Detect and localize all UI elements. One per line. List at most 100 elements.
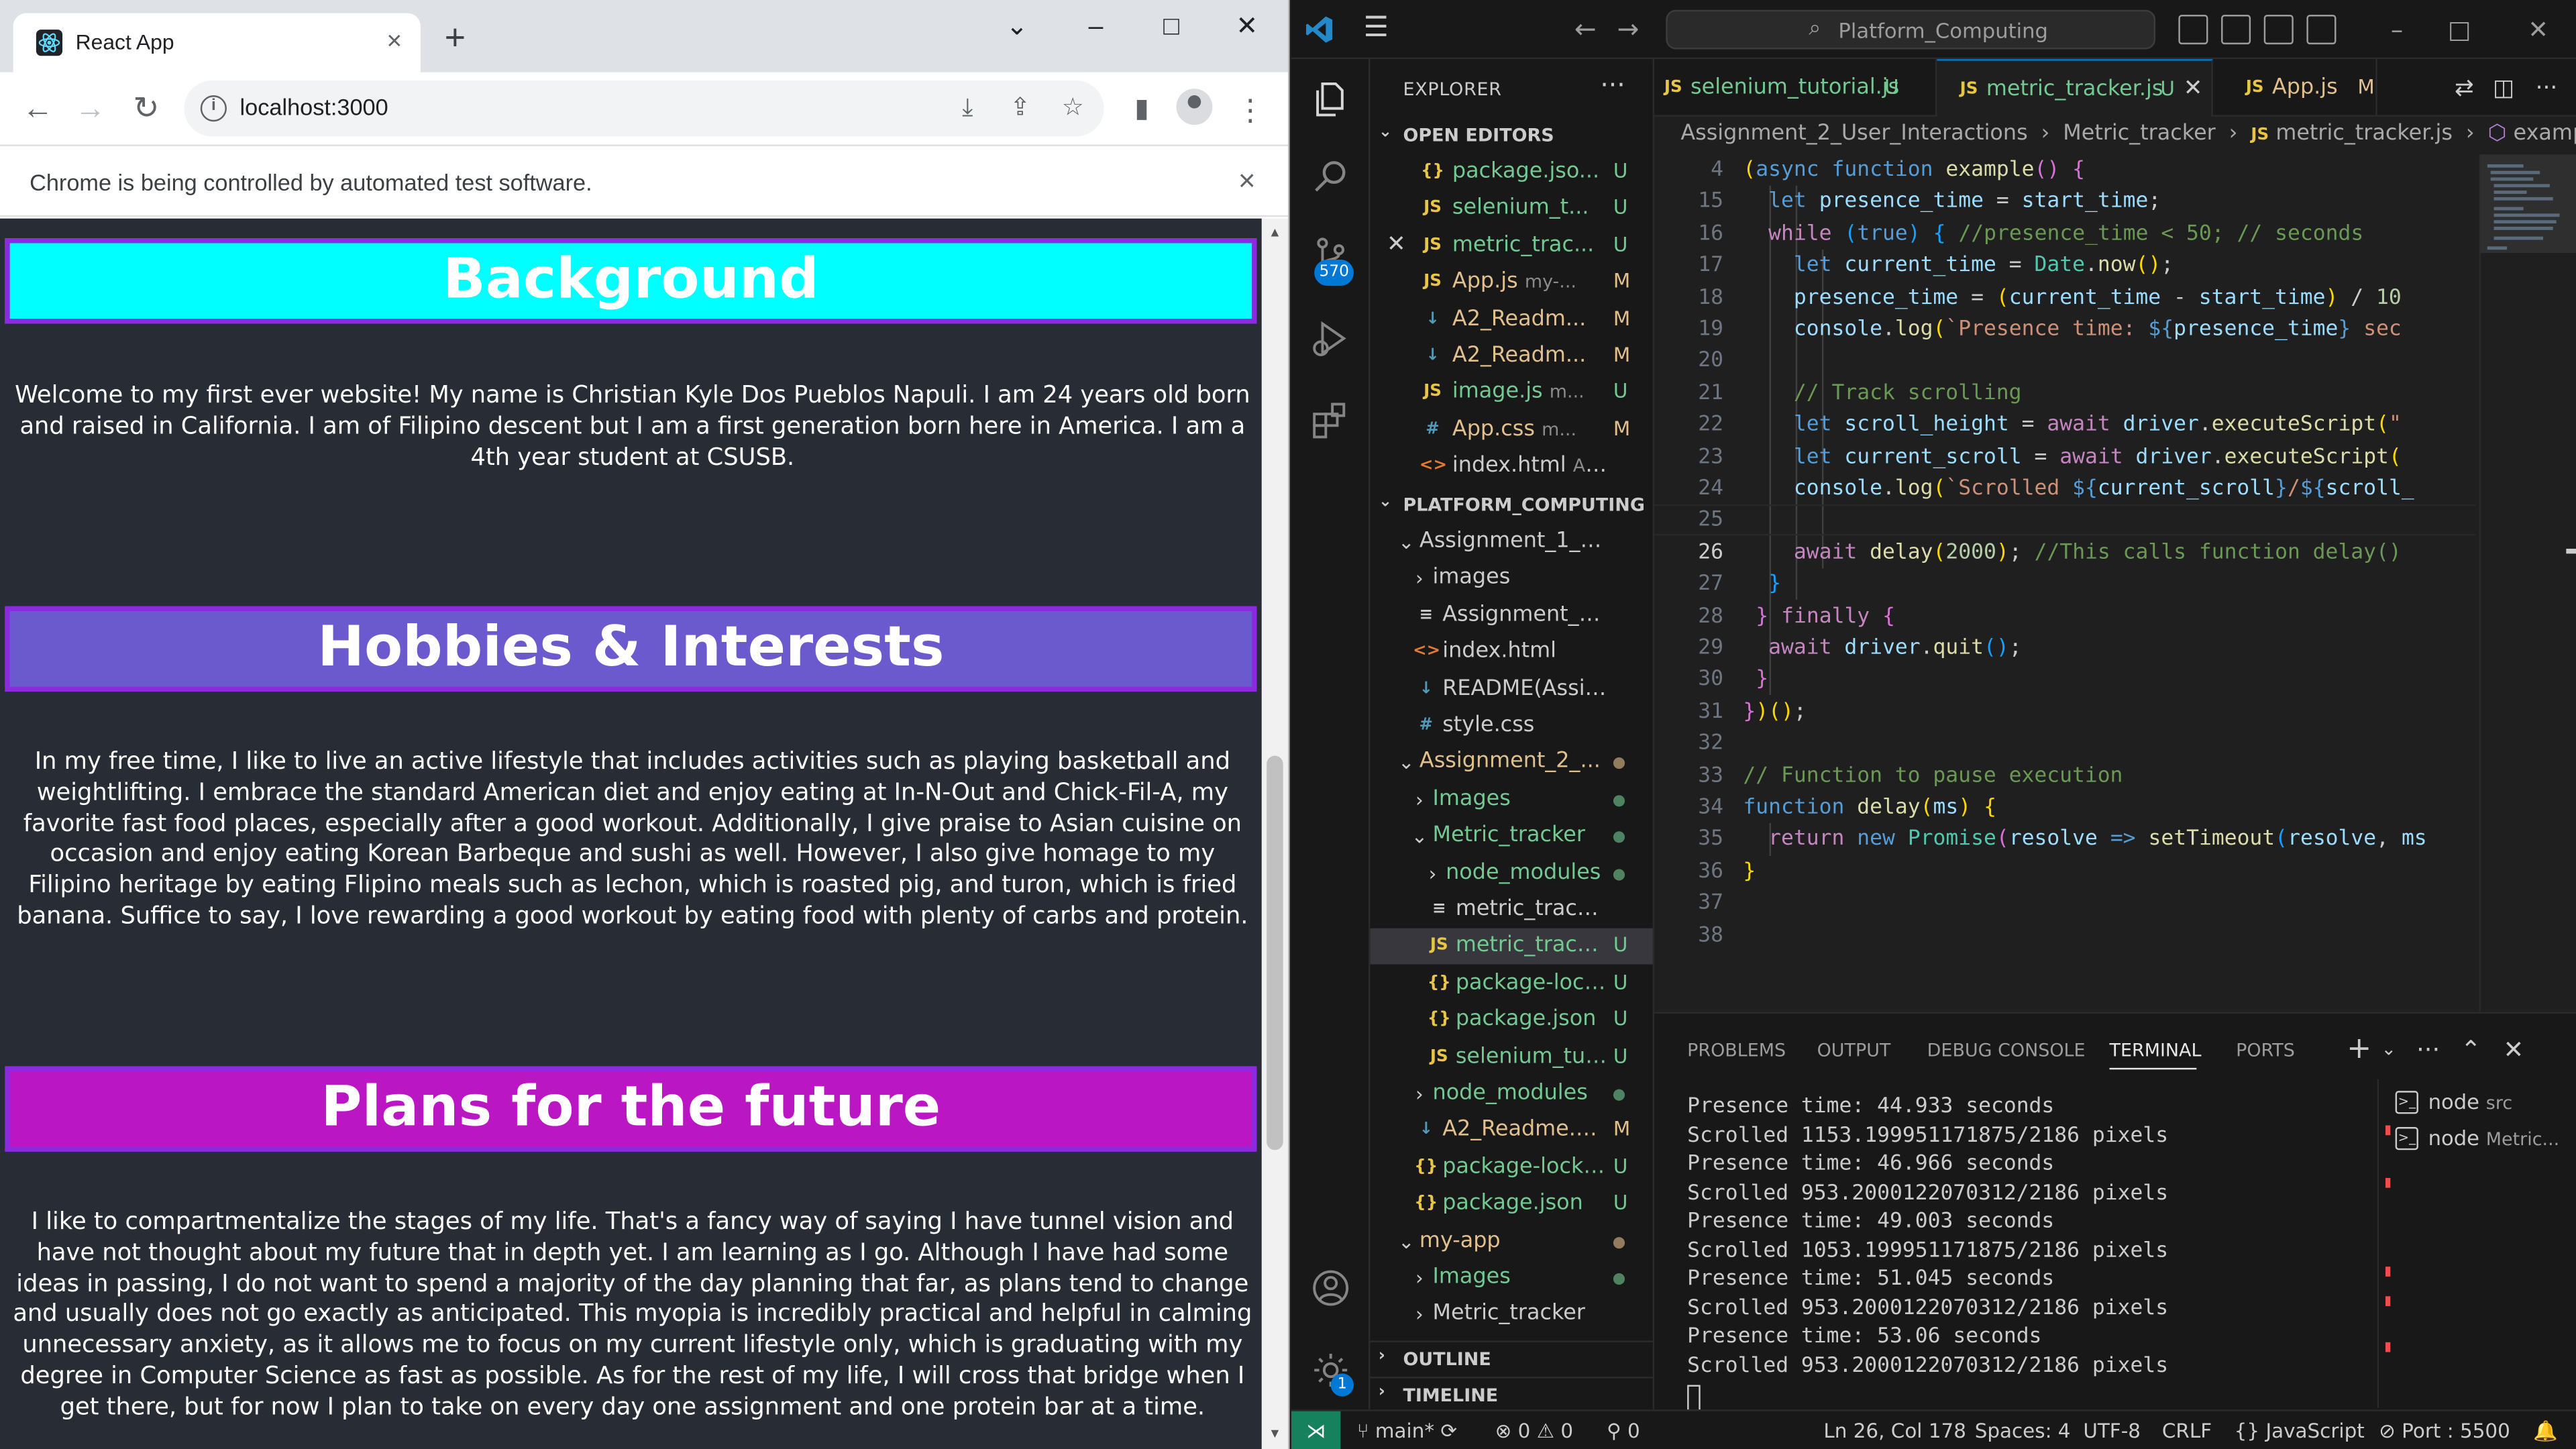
explorer-icon[interactable] (1307, 76, 1354, 122)
open-editor-item[interactable]: JS image.js m... U (1370, 375, 1652, 411)
new-terminal-icon[interactable]: + (2345, 1034, 2374, 1065)
tree-item[interactable]: › Images (1370, 782, 1652, 818)
compare-changes-icon[interactable]: ⇄ (2449, 74, 2479, 103)
open-editor-item[interactable]: ✕ JS metric_trac... U (1370, 228, 1652, 264)
remote-indicator-icon[interactable]: ⋊ (1291, 1411, 1341, 1449)
line-endings[interactable]: CRLF (2162, 1419, 2212, 1442)
timeline-header[interactable]: › TIMELINE (1370, 1377, 1653, 1409)
language-mode[interactable]: {} JavaScript (2235, 1419, 2365, 1442)
workspace-header[interactable]: ⌄ PLATFORM_COMPUTING (1370, 488, 1652, 524)
new-tab-button[interactable]: + (437, 19, 473, 56)
tree-item[interactable]: › Metric_tracker (1370, 1297, 1652, 1333)
tree-item[interactable]: ↓ README(Assignmen... (1370, 672, 1652, 708)
tab-close-icon[interactable]: × (378, 26, 411, 59)
breadcrumb-item[interactable]: example (2514, 121, 2576, 146)
tab-selenium-tutorial[interactable]: JS selenium_tutorial.js U (1654, 59, 1937, 117)
cursor-position[interactable]: Ln 26, Col 178 (1823, 1419, 1966, 1442)
scroll-down-icon[interactable]: ▼ (1265, 1426, 1285, 1442)
tree-item[interactable]: › node_modules (1370, 855, 1652, 892)
back-icon[interactable]: ← (16, 89, 59, 131)
panel-tab-ports[interactable]: PORTS (2236, 1040, 2295, 1061)
open-editor-item[interactable]: ↓ A2_Readm... M (1370, 302, 1652, 338)
open-editor-item[interactable]: ↓ A2_Readm... M (1370, 338, 1652, 374)
tab-metric-tracker[interactable]: JS metric_tracker.js U ✕ (1937, 59, 2213, 119)
breadcrumb-item[interactable]: Assignment_2_User_Interactions (1680, 121, 2027, 146)
search-view-icon[interactable] (1307, 154, 1354, 201)
maximize-panel-icon[interactable]: ⌃ (2456, 1035, 2485, 1065)
code-editor[interactable]: 4 (async function example() { 15 let pres… (1654, 154, 2476, 1008)
tab-search-icon[interactable]: ⌄ (996, 10, 1038, 46)
close-panel-icon[interactable]: ✕ (2499, 1035, 2528, 1065)
tab-app-js[interactable]: JS App.js M (2213, 59, 2377, 117)
split-editor-icon[interactable]: ◫ (2489, 74, 2518, 103)
tree-item[interactable]: JS selenium_tuto... U (1370, 1039, 1652, 1075)
customize-layout-icon[interactable] (2306, 15, 2337, 45)
tree-item[interactable]: ⌄ my-app (1370, 1224, 1652, 1260)
close-window-icon[interactable]: ✕ (1226, 10, 1269, 46)
live-server-port[interactable]: ⊘ Port : 5500 (2379, 1419, 2510, 1442)
tree-item[interactable]: › Images (1370, 1260, 1652, 1296)
toggle-sidebar-icon[interactable] (2178, 15, 2208, 45)
scroll-up-icon[interactable]: ▲ (1265, 225, 1285, 241)
terminal-output[interactable]: Presence time: 44.933 seconds Scrolled 11… (1687, 1093, 2345, 1411)
terminal-dropdown-icon[interactable]: ⌄ (2374, 1035, 2404, 1065)
tree-item[interactable]: ≡ Assignment_1_Abou... (1370, 598, 1652, 634)
toggle-secondary-sidebar-icon[interactable] (2263, 15, 2294, 45)
editor-more-icon[interactable]: ··· (2532, 74, 2561, 103)
tree-item[interactable]: {} package.json U (1370, 1002, 1652, 1038)
vs-maximize-icon[interactable]: □ (2441, 11, 2477, 48)
accounts-icon[interactable] (1307, 1265, 1354, 1311)
close-editor-icon[interactable]: ✕ (1387, 231, 1406, 258)
breadcrumb-item[interactable]: Metric_tracker (2063, 121, 2215, 146)
url-text[interactable]: localhost:3000 (240, 94, 388, 120)
menu-icon[interactable]: ☰ (1364, 13, 1393, 43)
ports-status[interactable]: ⚲ 0 (1607, 1419, 1640, 1442)
reload-icon[interactable]: ↻ (125, 89, 168, 131)
command-center-search[interactable]: ⌕ Platform_Computing (1666, 9, 2156, 50)
panel-tab-output[interactable]: OUTPUT (1817, 1040, 1891, 1061)
panel-tab-problems[interactable]: PROBLEMS (1687, 1040, 1786, 1061)
tree-item[interactable]: {}package-lock.js... U (1370, 1150, 1652, 1186)
site-info-icon[interactable]: i (200, 95, 227, 122)
panel-tab-terminal[interactable]: TERMINAL (2110, 1040, 2202, 1061)
explorer-more-icon[interactable]: ··· (1600, 69, 1625, 101)
page-scrollbar-thumb[interactable] (1267, 755, 1283, 1150)
chrome-menu-icon[interactable]: ⋮ (1229, 89, 1272, 131)
open-editor-item[interactable]: <> index.html Assig... (1370, 449, 1652, 485)
share-icon[interactable]: ⇪ (1002, 91, 1038, 127)
nav-forward-icon[interactable]: → (1613, 13, 1643, 46)
outline-header[interactable]: › OUTLINE (1370, 1340, 1653, 1377)
infobar-close-icon[interactable]: × (1229, 162, 1265, 199)
bookmark-star-icon[interactable]: ☆ (1055, 91, 1091, 127)
tree-item[interactable]: JS metric_tracker....U (1370, 928, 1653, 965)
tree-item[interactable]: # style.css (1370, 708, 1652, 745)
open-editor-item[interactable]: JS App.js my-... M (1370, 265, 1652, 301)
minimap[interactable] (2479, 154, 2576, 1012)
install-app-icon[interactable]: ⤓ (950, 91, 986, 127)
problems-status[interactable]: ⊗ 0 ⚠ 0 (1495, 1419, 1574, 1442)
tree-item[interactable]: ≡ metric_tracker (1370, 892, 1652, 928)
branch-status[interactable]: ⑂ main* ⟳ (1357, 1419, 1457, 1442)
indentation[interactable]: Spaces: 4 (1975, 1419, 2071, 1442)
notifications-bell-icon[interactable]: 🔔 (2533, 1419, 2558, 1442)
address-bar[interactable]: i localhost:3000 ⤓ ⇪ ☆ (184, 80, 1104, 137)
tree-item[interactable]: {} package.json U (1370, 1187, 1652, 1223)
tree-item[interactable]: › node_modules (1370, 1076, 1652, 1112)
encoding[interactable]: UTF-8 (2083, 1419, 2141, 1442)
tree-item[interactable]: {}package-lock....U (1370, 966, 1652, 1002)
profile-avatar-icon[interactable] (1176, 89, 1213, 125)
tab-close-icon[interactable]: ✕ (2184, 61, 2203, 119)
breadcrumb-item[interactable]: metric_tracker.js (2275, 121, 2453, 146)
minimize-icon[interactable]: – (1075, 10, 1118, 46)
tree-item[interactable]: ↓ A2_Readme.md M (1370, 1113, 1652, 1149)
vs-close-icon[interactable]: ✕ (2520, 11, 2557, 48)
browser-tab[interactable]: React App × (13, 13, 421, 72)
tree-item[interactable]: › images (1370, 561, 1652, 597)
run-debug-icon[interactable] (1307, 315, 1354, 362)
tree-item[interactable]: <> index.html (1370, 635, 1652, 671)
tree-item[interactable]: ⌄ Metric_tracker (1370, 818, 1652, 855)
vs-minimize-icon[interactable]: – (2379, 11, 2415, 48)
nav-back-icon[interactable]: ← (1570, 13, 1600, 46)
side-panel-icon[interactable]: ▮ (1120, 89, 1163, 131)
toggle-panel-icon[interactable] (2221, 15, 2251, 45)
